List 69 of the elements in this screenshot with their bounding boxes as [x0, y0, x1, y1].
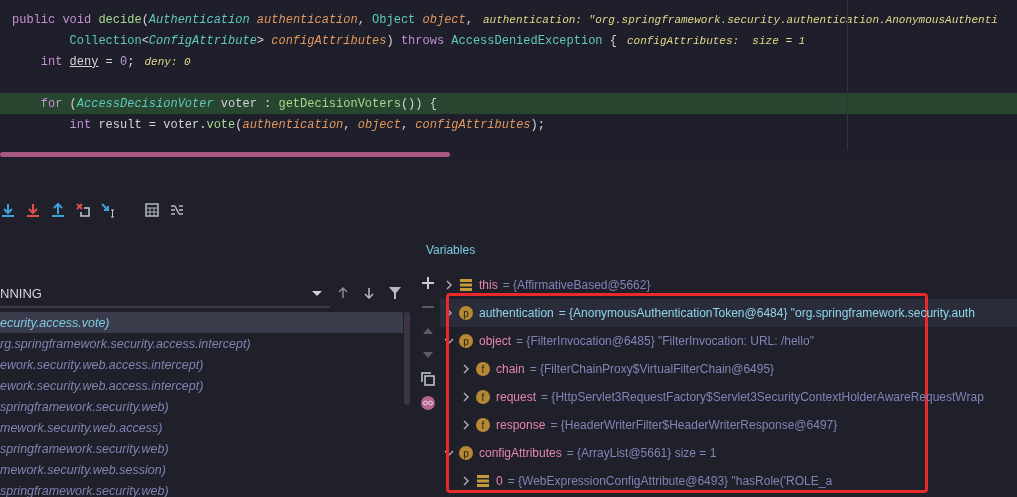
- type-badge: p: [459, 306, 473, 320]
- vertical-scrollbar[interactable]: [404, 312, 410, 405]
- variable-value: = {WebExpressionConfigAttribute@6493} "hasRole('ROLE_a: [507, 474, 833, 488]
- stack-frame[interactable]: ework.security.web.access.intercept): [0, 354, 403, 375]
- variable-name: response: [496, 418, 546, 432]
- chevron-right-icon[interactable]: [461, 476, 471, 486]
- variable-name: 0: [496, 474, 503, 488]
- inline-value-hint: authentication: "org.springframework.security.authentication.AnonymousAuthenti: [482, 13, 998, 26]
- code-text: int deny = 0;: [39, 54, 135, 69]
- chevron-right-icon[interactable]: [461, 420, 471, 430]
- copy-icon[interactable]: [420, 372, 435, 386]
- variable-value: = {FilterInvocation@6485} "FilterInvocation: URL: /hello": [516, 334, 814, 348]
- variable-value: = {HeaderWriterFilter$HeaderWriterResponse@6497}: [550, 418, 838, 432]
- filter-icon[interactable]: [388, 286, 402, 300]
- chevron-down-icon[interactable]: [444, 448, 454, 458]
- cursor-arrow-icon[interactable]: [100, 202, 116, 218]
- variable-name: chain: [496, 362, 525, 376]
- down-arrow-icon[interactable]: [362, 286, 376, 300]
- chevron-down-icon[interactable]: [444, 336, 454, 346]
- chevron-right-icon[interactable]: [444, 280, 454, 290]
- variable-value: = {ArrayList@5661} size = 1: [566, 446, 717, 460]
- code-text: Collection<ConfigAttribute> configAttributes) throws AccessDeniedException {: [68, 33, 617, 48]
- plus-icon[interactable]: [420, 276, 435, 290]
- type-badge: f: [476, 418, 490, 432]
- panel-title: Variables: [425, 243, 477, 259]
- variable-row[interactable]: p object = {FilterInvocation@6485} "FilterInvocation: URL: /hello": [440, 327, 1017, 355]
- stacked-bars-icon: [476, 474, 490, 488]
- code-text: public void decide(Authentication authentication, Object object,: [12, 12, 473, 27]
- stack-frame[interactable]: rg.springframework.security.access.intercept): [0, 333, 403, 354]
- thread-label: NNING: [0, 285, 42, 301]
- up-arrow-icon[interactable]: [50, 202, 66, 218]
- cross-box-icon[interactable]: [75, 202, 91, 218]
- table-icon[interactable]: [144, 202, 160, 218]
- stack-frame[interactable]: springframework.security.web): [0, 396, 403, 417]
- variable-row[interactable]: p configAttributes = {ArrayList@5661} size = 1: [440, 439, 1017, 467]
- stack-frame[interactable]: ework.security.web.access.intercept): [0, 375, 403, 396]
- down-arrow-icon[interactable]: [25, 202, 41, 218]
- chevron-right-icon[interactable]: [461, 364, 471, 374]
- stack-frame[interactable]: ecurity.access.vote): [0, 312, 403, 333]
- variable-row[interactable]: this = {AffirmativeBased@5662}: [440, 271, 1017, 299]
- stack-frame[interactable]: mework.security.web.session): [0, 459, 403, 480]
- stack-frame[interactable]: mework.security.web.access): [0, 417, 403, 438]
- up-arrow-icon[interactable]: [336, 286, 350, 300]
- variable-row[interactable]: 0 = {WebExpressionConfigAttribute@6493} "hasRole('ROLE_a: [457, 467, 1017, 495]
- down-arrow-icon[interactable]: [0, 202, 16, 218]
- stack-frame[interactable]: springframework.security.web): [0, 480, 403, 497]
- variable-value: = {AffirmativeBased@5662}: [502, 278, 651, 292]
- variable-name: this: [479, 278, 498, 292]
- stacked-bars-icon: [459, 278, 473, 292]
- variable-name: request: [496, 390, 537, 404]
- glasses-icon[interactable]: [420, 396, 435, 410]
- variable-row[interactable]: f chain = {FilterChainProxy$VirtualFilterChain@6495}: [457, 355, 1017, 383]
- horizontal-scrollbar[interactable]: [0, 152, 450, 157]
- variable-name: object: [479, 334, 512, 348]
- variable-value: = {FilterChainProxy$VirtualFilterChain@6495}: [529, 362, 775, 376]
- code-text: int result = voter.vote(authentication, object, configAttributes);: [68, 117, 545, 132]
- inline-value-hint: configAttributes: size = 1: [626, 34, 806, 47]
- type-badge: p: [459, 446, 473, 460]
- variable-row[interactable]: f response = {HeaderWriterFilter$HeaderWriterResponse@6497}: [457, 411, 1017, 439]
- inline-value-hint: deny: 0: [144, 55, 191, 68]
- stream-lines-icon[interactable]: [169, 202, 185, 218]
- variable-name: authentication: [479, 306, 554, 320]
- type-badge: f: [476, 362, 490, 376]
- variable-name: configAttributes: [479, 446, 562, 460]
- stack-frame[interactable]: springframework.security.web): [0, 438, 403, 459]
- chevron-right-icon[interactable]: [461, 392, 471, 402]
- type-badge: f: [476, 390, 490, 404]
- type-badge: p: [459, 334, 473, 348]
- code-text: for (AccessDecisionVoter voter : getDecisionVoters()) {: [39, 96, 437, 111]
